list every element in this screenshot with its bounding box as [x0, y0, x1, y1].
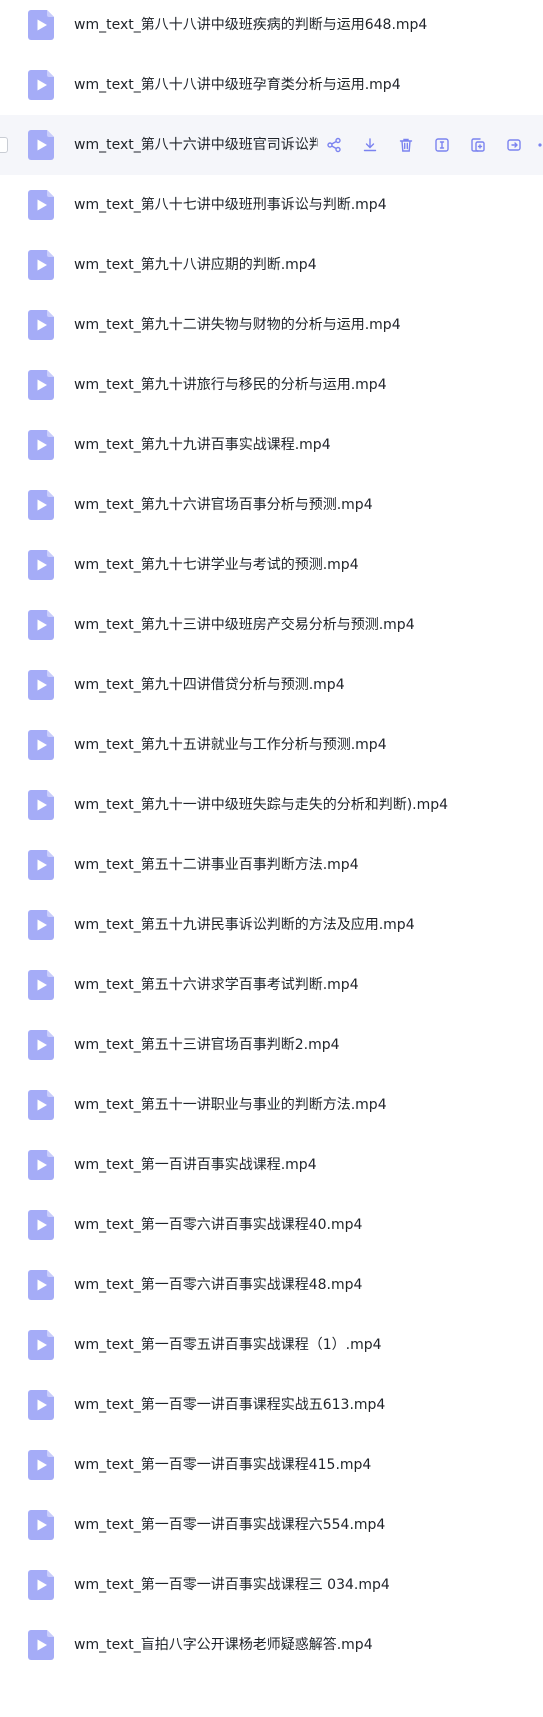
rename-icon [434, 137, 450, 153]
file-row[interactable]: wm_text_第九十五讲就业与工作分析与预测.mp4 [0, 715, 543, 775]
file-name[interactable]: wm_text_第九十五讲就业与工作分析与预测.mp4 [74, 736, 387, 754]
file-name[interactable]: wm_text_第九十九讲百事实战课程.mp4 [74, 436, 331, 454]
video-file-icon [28, 970, 54, 1000]
file-name[interactable]: wm_text_第九十七讲学业与考试的预测.mp4 [74, 556, 359, 574]
file-row[interactable]: wm_text_盲拍八字公开课杨老师疑惑解答.mp4 [0, 1615, 543, 1675]
row-actions [325, 136, 541, 154]
file-row[interactable]: wm_text_第九十八讲应期的判断.mp4 [0, 235, 543, 295]
file-name[interactable]: wm_text_第五十一讲职业与事业的判断方法.mp4 [74, 1096, 387, 1114]
file-row[interactable]: wm_text_第五十九讲民事诉讼判断的方法及应用.mp4 [0, 895, 543, 955]
video-file-icon [28, 1510, 54, 1540]
file-name[interactable]: wm_text_第五十九讲民事诉讼判断的方法及应用.mp4 [74, 916, 415, 934]
video-file-icon [28, 910, 54, 940]
file-row[interactable]: wm_text_第一百零六讲百事实战课程40.mp4 [0, 1195, 543, 1255]
file-name[interactable]: wm_text_第八十八讲中级班孕育类分析与运用.mp4 [74, 76, 401, 94]
video-file-icon [28, 1210, 54, 1240]
row-checkbox[interactable] [0, 137, 8, 153]
file-row[interactable]: wm_text_第九十三讲中级班房产交易分析与预测.mp4 [0, 595, 543, 655]
file-row[interactable]: wm_text_第八十八讲中级班疾病的判断与运用648.mp4 [0, 0, 543, 55]
file-row[interactable]: wm_text_第九十一讲中级班失踪与走失的分析和判断).mp4 [0, 775, 543, 835]
video-file-icon [28, 1150, 54, 1180]
move-icon [506, 137, 522, 153]
rename-button[interactable] [433, 136, 451, 154]
video-file-icon [28, 1450, 54, 1480]
download-button[interactable] [361, 136, 379, 154]
file-name[interactable]: wm_text_第九十八讲应期的判断.mp4 [74, 256, 317, 274]
file-row[interactable]: wm_text_第九十四讲借贷分析与预测.mp4 [0, 655, 543, 715]
file-row[interactable]: wm_text_第五十六讲求学百事考试判断.mp4 [0, 955, 543, 1015]
file-row[interactable]: wm_text_第九十九讲百事实战课程.mp4 [0, 415, 543, 475]
file-row[interactable]: wm_text_第九十七讲学业与考试的预测.mp4 [0, 535, 543, 595]
video-file-icon [28, 790, 54, 820]
video-file-icon [28, 1090, 54, 1120]
file-name[interactable]: wm_text_第九十三讲中级班房产交易分析与预测.mp4 [74, 616, 415, 634]
move-button[interactable] [505, 136, 523, 154]
file-row[interactable]: wm_text_第九十六讲官场百事分析与预测.mp4 [0, 475, 543, 535]
file-row[interactable]: wm_text_第五十三讲官场百事判断2.mp4 [0, 1015, 543, 1075]
video-file-icon [28, 1330, 54, 1360]
share-icon [326, 137, 342, 153]
video-file-icon [28, 850, 54, 880]
video-file-icon [28, 490, 54, 520]
file-row[interactable]: wm_text_第九十讲旅行与移民的分析与运用.mp4 [0, 355, 543, 415]
file-row[interactable]: wm_text_第五十二讲事业百事判断方法.mp4 [0, 835, 543, 895]
file-row[interactable]: wm_text_第一百零六讲百事实战课程48.mp4 [0, 1255, 543, 1315]
video-file-icon [28, 610, 54, 640]
more-icon[interactable] [536, 137, 543, 153]
file-name[interactable]: wm_text_第一百零一讲百事实战课程六554.mp4 [74, 1516, 385, 1534]
file-row[interactable]: wm_text_第五十一讲职业与事业的判断方法.mp4 [0, 1075, 543, 1135]
video-file-icon [28, 1630, 54, 1660]
copy-button[interactable] [469, 136, 487, 154]
file-name[interactable]: wm_text_第八十六讲中级班官司诉讼判断与运用.mp4 [74, 136, 318, 154]
video-file-icon [28, 1270, 54, 1300]
file-name[interactable]: wm_text_第八十八讲中级班疾病的判断与运用648.mp4 [74, 16, 427, 34]
file-row[interactable]: wm_text_第一百零一讲百事实战课程415.mp4 [0, 1435, 543, 1495]
file-name[interactable]: wm_text_第九十二讲失物与财物的分析与运用.mp4 [74, 316, 401, 334]
file-name[interactable]: wm_text_第五十六讲求学百事考试判断.mp4 [74, 976, 359, 994]
delete-icon [398, 137, 414, 153]
video-file-icon [28, 10, 54, 40]
file-row[interactable]: wm_text_第一百零五讲百事实战课程（1）.mp4 [0, 1315, 543, 1375]
file-name[interactable]: wm_text_第一百零一讲百事课程实战五613.mp4 [74, 1396, 385, 1414]
video-file-icon [28, 130, 54, 160]
file-row[interactable]: wm_text_第八十八讲中级班孕育类分析与运用.mp4 [0, 55, 543, 115]
file-name[interactable]: wm_text_第九十一讲中级班失踪与走失的分析和判断).mp4 [74, 796, 448, 814]
video-file-icon [28, 1570, 54, 1600]
file-name[interactable]: wm_text_第一百零六讲百事实战课程48.mp4 [74, 1276, 362, 1294]
copy-icon [470, 137, 486, 153]
video-file-icon [28, 190, 54, 220]
video-file-icon [28, 370, 54, 400]
delete-button[interactable] [397, 136, 415, 154]
file-name[interactable]: wm_text_第一百零五讲百事实战课程（1）.mp4 [74, 1336, 382, 1354]
file-name[interactable]: wm_text_第五十二讲事业百事判断方法.mp4 [74, 856, 359, 874]
file-name[interactable]: wm_text_第八十七讲中级班刑事诉讼与判断.mp4 [74, 196, 387, 214]
file-name[interactable]: wm_text_第九十六讲官场百事分析与预测.mp4 [74, 496, 373, 514]
file-row[interactable]: wm_text_第一百零一讲百事实战课程三 034.mp4 [0, 1555, 543, 1615]
file-row[interactable]: wm_text_第一百零一讲百事实战课程六554.mp4 [0, 1495, 543, 1555]
file-row[interactable]: wm_text_第一百零一讲百事课程实战五613.mp4 [0, 1375, 543, 1435]
video-file-icon [28, 310, 54, 340]
file-row[interactable]: wm_text_第八十六讲中级班官司诉讼判断与运用.mp4 [0, 115, 543, 175]
video-file-icon [28, 430, 54, 460]
video-file-icon [28, 250, 54, 280]
file-name[interactable]: wm_text_第九十四讲借贷分析与预测.mp4 [74, 676, 345, 694]
file-name[interactable]: wm_text_第一百零一讲百事实战课程三 034.mp4 [74, 1576, 390, 1594]
video-file-icon [28, 670, 54, 700]
file-name[interactable]: wm_text_第一百零一讲百事实战课程415.mp4 [74, 1456, 371, 1474]
file-name[interactable]: wm_text_盲拍八字公开课杨老师疑惑解答.mp4 [74, 1636, 373, 1654]
file-row[interactable]: wm_text_第八十七讲中级班刑事诉讼与判断.mp4 [0, 175, 543, 235]
video-file-icon [28, 1030, 54, 1060]
file-name[interactable]: wm_text_第九十讲旅行与移民的分析与运用.mp4 [74, 376, 387, 394]
file-name[interactable]: wm_text_第一百零六讲百事实战课程40.mp4 [74, 1216, 362, 1234]
video-file-icon [28, 730, 54, 760]
file-row[interactable]: wm_text_第一百讲百事实战课程.mp4 [0, 1135, 543, 1195]
file-name[interactable]: wm_text_第五十三讲官场百事判断2.mp4 [74, 1036, 340, 1054]
video-file-icon [28, 70, 54, 100]
download-icon [362, 137, 378, 153]
video-file-icon [28, 1390, 54, 1420]
file-row[interactable]: wm_text_第九十二讲失物与财物的分析与运用.mp4 [0, 295, 543, 355]
file-name[interactable]: wm_text_第一百讲百事实战课程.mp4 [74, 1156, 317, 1174]
share-button[interactable] [325, 136, 343, 154]
video-file-icon [28, 550, 54, 580]
